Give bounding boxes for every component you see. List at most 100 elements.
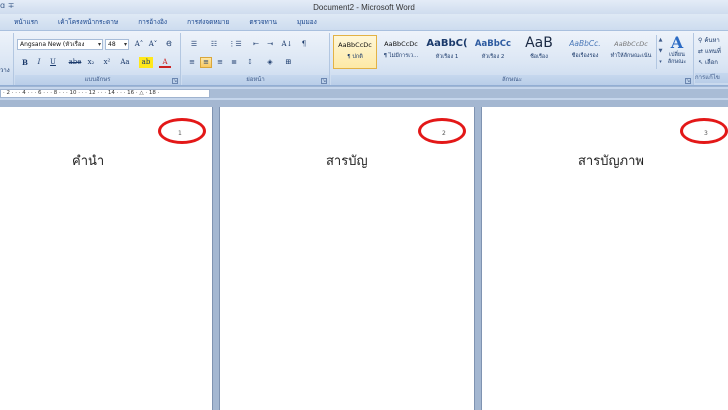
- replace-label: แทนที่: [704, 48, 721, 55]
- replace-button[interactable]: ⇄ แทนที่: [698, 46, 728, 57]
- style-sample: AaBbCcDc: [338, 41, 372, 49]
- superscript-button[interactable]: x²: [101, 57, 113, 68]
- style-title[interactable]: AaB ชื่อเรื่อง: [517, 35, 561, 69]
- font-group: Angsana New (หัวเรื่อง ▾ 48 ▾ A˄ A˅ Ꞡ B …: [15, 33, 181, 85]
- select-label: เลือก: [704, 59, 718, 66]
- grow-font-button[interactable]: A˄: [133, 39, 145, 50]
- styles-dialog-launcher[interactable]: ↘: [685, 78, 691, 84]
- style-name: ¶ ไม่มีการเว...: [383, 53, 419, 59]
- quick-access-toolbar[interactable]: ɑ ∓: [0, 1, 14, 10]
- paragraph-dialog-launcher[interactable]: ↘: [321, 78, 327, 84]
- ribbon: วาง Angsana New (หัวเรื่อง ▾ 48 ▾ A˄ A˅ …: [0, 30, 728, 86]
- chevron-down-icon: ▾: [123, 41, 127, 48]
- style-subtle-emphasis[interactable]: AaBbCcDc ทำให้ลักษณะเน้น: [609, 35, 653, 69]
- style-sample: AaBbC(: [426, 38, 468, 49]
- multilevel-list-button[interactable]: ⋮☰: [226, 39, 244, 50]
- replace-icon: ⇄: [698, 48, 704, 55]
- page-2[interactable]: 2 สารบัญ: [219, 107, 475, 410]
- highlight-circle: [418, 118, 466, 144]
- clipboard-group: วาง: [0, 33, 14, 85]
- underline-button[interactable]: U: [47, 57, 59, 68]
- change-styles-icon: A: [670, 33, 684, 52]
- increase-indent-button[interactable]: ⇥: [264, 39, 276, 50]
- font-size-dropdown[interactable]: 48 ▾: [105, 39, 129, 50]
- font-dialog-launcher[interactable]: ↘: [172, 78, 178, 84]
- styles-gallery: AaBbCcDc ¶ ปกติ AaBbCcDc ¶ ไม่มีการเว...…: [333, 35, 655, 69]
- tab-page-layout[interactable]: เค้าโครงหน้ากระดาษ: [48, 17, 128, 30]
- change-styles-label: เปลี่ยน ลักษณะ: [667, 52, 687, 65]
- ruler-scale: · 2 · · · 4 · · · 6 · · · 8 · · · 10 · ·…: [0, 89, 210, 98]
- binoculars-icon: ⚲: [698, 37, 703, 44]
- tab-mailings[interactable]: การส่งจดหมาย: [177, 17, 239, 30]
- page-3[interactable]: 3 สารบัญภาพ: [481, 107, 728, 410]
- bullets-button[interactable]: ☰: [186, 39, 202, 50]
- highlight-button[interactable]: ab: [139, 57, 153, 68]
- find-label: ค้นหา: [704, 37, 720, 44]
- page-heading: คำนำ: [72, 154, 105, 169]
- align-left-button[interactable]: ≡: [186, 57, 198, 68]
- subscript-button[interactable]: x₂: [85, 57, 97, 68]
- style-normal[interactable]: AaBbCcDc ¶ ปกติ: [333, 35, 377, 69]
- align-right-button[interactable]: ≡: [214, 57, 226, 68]
- chevron-down-icon: ▾: [97, 41, 101, 48]
- style-name: ชื่อเรื่องรอง: [571, 53, 599, 59]
- change-case-button[interactable]: Aa: [117, 57, 133, 68]
- editing-group-label: การแก้ไข: [695, 73, 728, 83]
- window-title: Document2 - Microsoft Word: [313, 2, 415, 12]
- style-sample: AaBbCc: [474, 39, 512, 49]
- style-sample: AaBbCcDc: [384, 40, 418, 48]
- page-1[interactable]: 1 คำนำ: [0, 107, 213, 410]
- style-name: หัวเรื่อง 2: [481, 54, 505, 60]
- strikethrough-button[interactable]: abe: [67, 57, 83, 68]
- font-name-value: Angsana New (หัวเรื่อง: [20, 41, 85, 48]
- paragraph-group-label: ย่อหน้า: [182, 75, 329, 85]
- styles-group-label: ลักษณะ: [331, 75, 693, 85]
- style-name: ทำให้ลักษณะเน้น: [610, 53, 652, 59]
- style-no-spacing[interactable]: AaBbCcDc ¶ ไม่มีการเว...: [379, 35, 423, 69]
- style-name: ชื่อเรื่อง: [530, 54, 548, 60]
- show-marks-button[interactable]: ¶: [298, 39, 310, 50]
- line-spacing-button[interactable]: ↕: [244, 57, 256, 68]
- style-heading-2[interactable]: AaBbCc หัวเรื่อง 2: [471, 35, 515, 69]
- style-name: หัวเรื่อง 1: [435, 54, 459, 60]
- clear-formatting-button[interactable]: Ꞡ: [163, 39, 175, 50]
- numbering-button[interactable]: ☷: [206, 39, 222, 50]
- style-sample: AaBbCcDc: [614, 40, 648, 48]
- change-styles-button[interactable]: A เปลี่ยน ลักษณะ: [664, 33, 690, 73]
- font-color-button[interactable]: A: [159, 57, 171, 68]
- find-button[interactable]: ⚲ ค้นหา: [698, 35, 728, 46]
- paragraph-group: ☰ ☷ ⋮☰ ⇤ ⇥ A↓ ¶ ≡ ≡ ≡ ≣ ↕ ◈ ⊞ ย่อหน้า ↘: [182, 33, 330, 85]
- horizontal-ruler[interactable]: · 2 · · · 4 · · · 6 · · · 8 · · · 10 · ·…: [0, 87, 728, 100]
- decrease-indent-button[interactable]: ⇤: [250, 39, 262, 50]
- editing-group: ⚲ ค้นหา ⇄ แทนที่ ↖ เลือก: [698, 35, 728, 68]
- borders-button[interactable]: ⊞: [282, 57, 294, 68]
- style-heading-1[interactable]: AaBbC( หัวเรื่อง 1: [425, 35, 469, 69]
- sort-button[interactable]: A↓: [280, 39, 294, 50]
- font-size-value: 48: [108, 41, 116, 48]
- justify-button[interactable]: ≣: [228, 57, 240, 68]
- ribbon-tabs: หน้าแรก เค้าโครงหน้ากระดาษ การอ้างอิง กา…: [0, 14, 728, 30]
- shading-button[interactable]: ◈: [264, 57, 276, 68]
- select-button[interactable]: ↖ เลือก: [698, 57, 728, 68]
- bold-button[interactable]: B: [19, 57, 31, 68]
- paste-label: วาง: [0, 67, 10, 74]
- shrink-font-button[interactable]: A˅: [147, 39, 159, 50]
- italic-button[interactable]: I: [33, 57, 45, 68]
- style-sample: AaBbCc.: [569, 39, 601, 48]
- style-sample: AaB: [525, 35, 553, 51]
- tab-home[interactable]: หน้าแรก: [4, 17, 48, 30]
- highlight-circle: [158, 118, 206, 144]
- tab-review[interactable]: ตรวจทาน: [239, 17, 287, 30]
- ruler-margin-area: [210, 89, 728, 98]
- align-center-button[interactable]: ≡: [200, 57, 212, 68]
- title-bar: ɑ ∓ Document2 - Microsoft Word: [0, 0, 728, 14]
- paste-button[interactable]: วาง: [0, 35, 14, 75]
- style-subtitle[interactable]: AaBbCc. ชื่อเรื่องรอง: [563, 35, 607, 69]
- document-workspace[interactable]: 1 คำนำ 2 สารบัญ 3 สารบัญภาพ: [0, 100, 728, 410]
- tab-references[interactable]: การอ้างอิง: [128, 17, 177, 30]
- font-name-dropdown[interactable]: Angsana New (หัวเรื่อง ▾: [17, 39, 103, 50]
- page-heading: สารบัญ: [326, 154, 368, 169]
- styles-scroll[interactable]: ▲ ▼ ▾: [656, 35, 664, 69]
- style-name: ¶ ปกติ: [347, 54, 363, 60]
- tab-view[interactable]: มุมมอง: [287, 17, 327, 30]
